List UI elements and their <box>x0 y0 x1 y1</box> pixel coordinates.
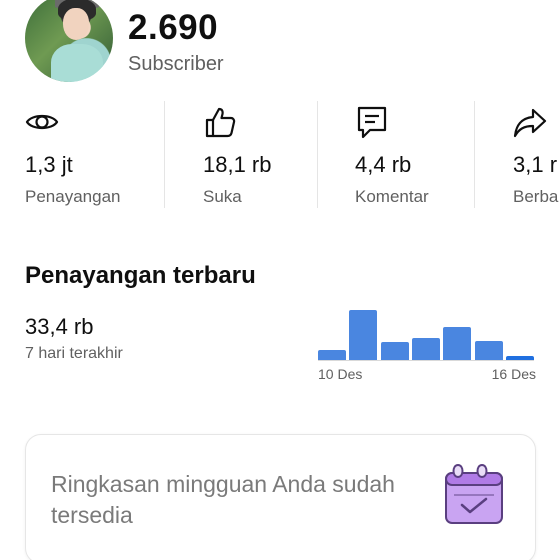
stat-divider <box>164 101 165 208</box>
avatar-body <box>51 44 103 82</box>
share-icon <box>513 108 547 138</box>
chart-bar <box>318 350 346 360</box>
comment-icon <box>357 106 387 139</box>
stat-likes[interactable]: 18,1 rb Suka <box>203 101 318 208</box>
chart-bar <box>505 356 534 360</box>
stat-comments[interactable]: 4,4 rb Komentar <box>355 101 470 208</box>
x-tick-label-start: 10 Des <box>318 366 363 382</box>
stat-label: Penayangan <box>25 187 121 206</box>
subscriber-count: 2.690 <box>128 8 219 47</box>
stat-divider <box>474 101 475 208</box>
stat-label: Komentar <box>355 187 429 206</box>
stat-label: Berba <box>513 187 559 206</box>
channel-avatar[interactable] <box>25 0 113 82</box>
stat-value: 3,1 r <box>513 152 558 177</box>
stat-shares[interactable]: 3,1 r Berba <box>513 101 560 208</box>
recent-views-title: Penayangan terbaru <box>25 262 256 289</box>
subscriber-label: Subscriber <box>128 53 224 75</box>
stat-value: 4,4 rb <box>355 152 412 177</box>
weekly-summary-text: Ringkasan mingguan Anda sudah tersedia <box>51 471 395 528</box>
calendar-check-icon <box>445 463 503 524</box>
avatar-face <box>63 8 89 40</box>
stat-value: 1,3 jt <box>25 152 73 177</box>
stat-divider <box>317 101 318 208</box>
chart-baseline <box>318 360 534 361</box>
eye-icon <box>25 114 59 130</box>
recent-views-value: 33,4 rb <box>25 314 94 339</box>
weekly-summary-card[interactable]: Ringkasan mingguan Anda sudah tersedia <box>25 434 536 560</box>
stat-value: 18,1 rb <box>203 152 272 177</box>
stat-label: Suka <box>203 187 242 206</box>
chart-bar <box>443 327 472 360</box>
chart-bar <box>474 341 503 360</box>
thumbs-up-icon <box>205 107 236 138</box>
chart-bar <box>411 338 440 360</box>
stats-row: 1,3 jt Penayangan 18,1 rb Suka 4,4 rb Ko… <box>0 101 560 208</box>
chart-bar <box>380 342 409 360</box>
chart-bar <box>349 310 378 360</box>
x-tick-label-end: 16 Des <box>491 366 536 382</box>
stat-views[interactable]: 1,3 jt Penayangan <box>25 101 165 208</box>
recent-views-chart[interactable]: 10 Des 16 Des <box>318 300 536 390</box>
recent-views-period: 7 hari terakhir <box>25 345 123 362</box>
